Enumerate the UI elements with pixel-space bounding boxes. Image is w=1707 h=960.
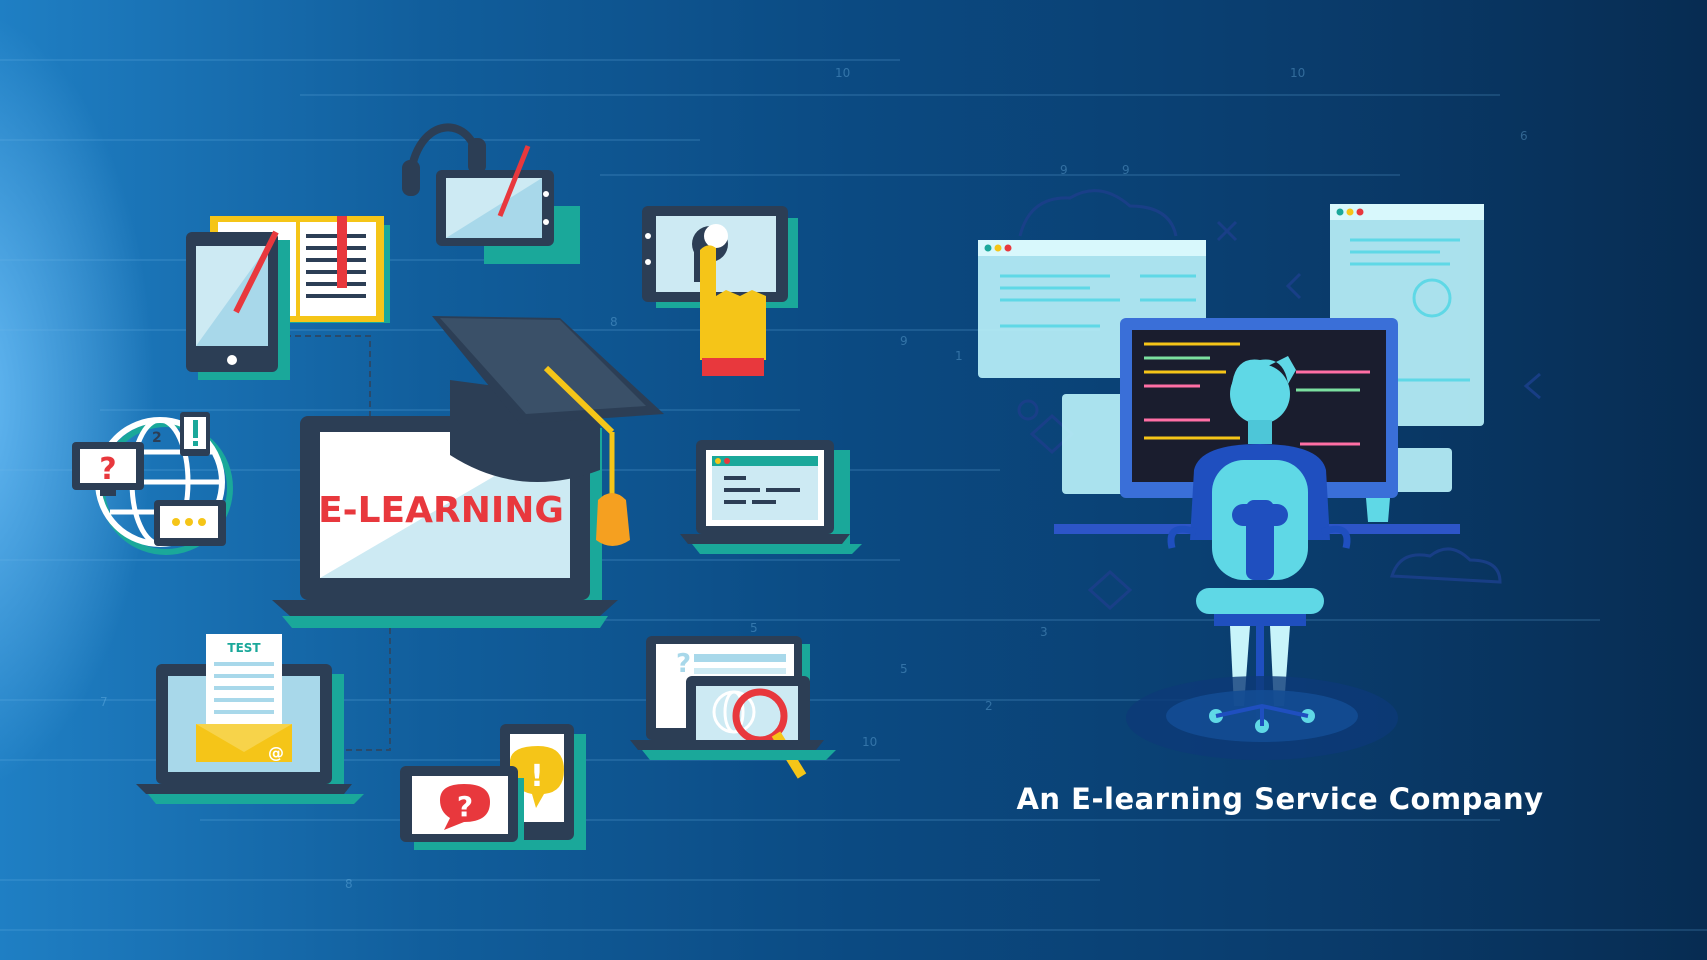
developer-at-desk-icon (978, 189, 1541, 760)
banner: 10 10 6 998 917 5 2 10 385 ? 2 E-LEARNIN… (0, 0, 1707, 960)
headline-text: An E-learning Service Company (1016, 782, 1544, 816)
